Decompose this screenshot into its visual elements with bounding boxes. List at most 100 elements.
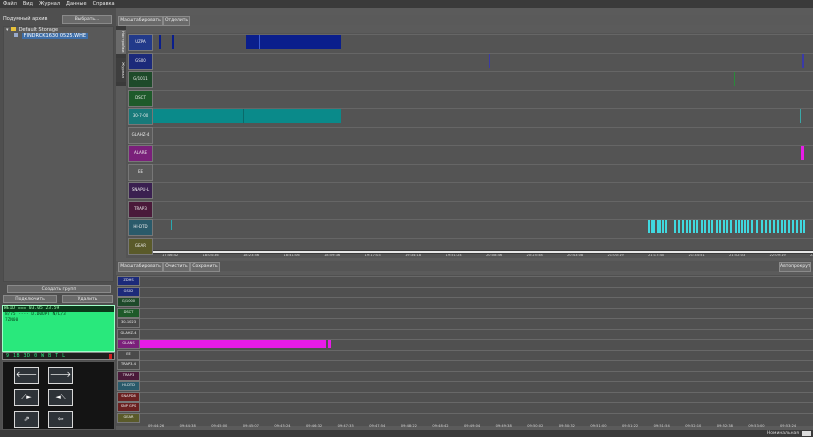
upper-detach-button[interactable]: Отделить [163, 16, 190, 26]
lower-track-label[interactable]: G/1000 [117, 297, 140, 307]
create-group-button[interactable]: Создать групп [7, 285, 111, 293]
lower-track-row[interactable] [140, 381, 813, 390]
upper-track-row[interactable] [153, 89, 813, 106]
archive-tree[interactable]: ▾ Default Storage FINDRCK1630 0525.WHE [3, 26, 114, 282]
event-segment[interactable] [171, 220, 172, 230]
event-segment[interactable] [259, 35, 260, 49]
upper-track-label[interactable]: GLAHZ-4 [128, 126, 153, 144]
lower-track-label[interactable]: EE [117, 349, 140, 360]
event-segment[interactable] [659, 220, 661, 233]
lower-track-row[interactable] [140, 297, 813, 306]
event-segment[interactable] [756, 220, 758, 233]
lower-timeline[interactable]: ZDHS GS02 G/1000 DSCT 30-1023 GLAHZ-4 GLANS EE T… [116, 275, 813, 428]
lower-scale-button[interactable]: Масштабировать [118, 262, 163, 272]
menu-log[interactable]: Журнал [36, 0, 63, 8]
event-segment[interactable] [802, 53, 804, 68]
event-segment[interactable] [792, 220, 794, 233]
event-segment[interactable] [781, 220, 783, 233]
lower-track-row[interactable] [140, 307, 813, 317]
lower-clear-button[interactable]: Очистить [163, 262, 190, 272]
event-segment[interactable] [246, 35, 341, 49]
event-segment[interactable] [153, 109, 341, 123]
back-button[interactable]: 🡐 [14, 367, 39, 384]
event-segment[interactable] [730, 220, 732, 233]
event-segment[interactable] [765, 220, 767, 233]
event-segment[interactable] [796, 220, 798, 233]
lower-track-row[interactable] [140, 391, 813, 401]
lower-track-label[interactable]: HI-DTD [117, 381, 140, 391]
upper-timeline[interactable]: UZPA GS00 G/1011 DSCT 30-7-00 GLAHZ-4 ALARE EE S… [126, 33, 813, 258]
upper-track-label[interactable]: SNAPU-L [128, 182, 153, 199]
lower-track-row[interactable] [140, 328, 813, 338]
step-range-button[interactable]: ⇗ [14, 411, 39, 428]
lower-track-row[interactable] [140, 276, 813, 285]
lower-track-row[interactable] [140, 349, 813, 359]
expand-icon[interactable]: ▾ [6, 27, 9, 33]
event-segment[interactable] [716, 220, 718, 233]
event-segment[interactable] [726, 220, 728, 233]
event-segment[interactable] [773, 220, 775, 233]
upper-track-row[interactable] [153, 219, 813, 235]
event-segment[interactable] [328, 339, 331, 348]
upper-track-label[interactable]: G/1011 [128, 71, 153, 88]
event-segment[interactable] [800, 220, 802, 233]
lower-track-label[interactable]: SNP GPS [117, 402, 140, 412]
lower-track-label[interactable]: DSCT [117, 307, 140, 318]
event-segment[interactable] [243, 109, 244, 123]
event-segment[interactable] [761, 220, 763, 233]
lower-track-row[interactable] [140, 370, 813, 380]
lower-track-label[interactable]: GLANS [117, 339, 140, 349]
event-segment[interactable] [723, 220, 725, 233]
connect-button[interactable]: Подключить [3, 295, 57, 303]
event-segment[interactable] [800, 109, 801, 123]
upper-track-row[interactable] [153, 126, 813, 143]
upper-track-label[interactable]: DSCT [128, 89, 153, 107]
menu-file[interactable]: Файл [0, 0, 20, 8]
lower-track-label[interactable]: ZDHS [117, 276, 140, 286]
lower-track-label[interactable]: TRAP3-4 [117, 360, 140, 370]
event-segment[interactable] [744, 220, 746, 233]
menu-help[interactable]: Справка [90, 0, 118, 8]
upper-track-label[interactable]: TRAP3 [128, 200, 153, 218]
event-segment[interactable] [686, 220, 688, 233]
event-segment[interactable] [172, 35, 174, 49]
event-segment[interactable] [665, 220, 667, 233]
autoscroll-button[interactable]: Автопрокрутка [779, 262, 811, 272]
event-segment[interactable] [489, 53, 490, 68]
upper-track-label[interactable]: 30-7-00 [128, 108, 153, 125]
lower-track-label[interactable]: TRAP3 [117, 370, 140, 381]
lower-track-label[interactable]: GS02 [117, 286, 140, 297]
event-segment[interactable] [711, 220, 713, 233]
event-segment[interactable] [653, 220, 655, 233]
upper-track-label[interactable]: ALARE [128, 145, 153, 162]
lower-track-row[interactable] [140, 286, 813, 296]
event-segment[interactable] [769, 220, 771, 233]
upper-track-label[interactable]: GS00 [128, 52, 153, 70]
event-segment[interactable] [747, 220, 749, 233]
event-segment[interactable] [788, 220, 790, 233]
event-segment[interactable] [648, 220, 650, 233]
lower-track-label[interactable]: GEAR [117, 412, 140, 423]
upper-track-row[interactable] [153, 71, 813, 87]
upper-track-label[interactable]: UZPA [128, 34, 153, 51]
event-segment[interactable] [784, 220, 786, 233]
upper-track-label[interactable]: GEAR [128, 237, 153, 255]
upper-track-row[interactable] [153, 163, 813, 180]
select-archive-button[interactable]: Выбрать... [62, 15, 112, 24]
event-segment[interactable] [735, 220, 737, 233]
play-forward-button[interactable]: ⟋► [14, 389, 39, 406]
forward-button[interactable]: 🡒 [48, 367, 73, 384]
event-segment[interactable] [140, 339, 326, 348]
upper-scrollbar[interactable] [153, 250, 813, 254]
event-segment[interactable] [777, 220, 779, 233]
upper-track-row[interactable] [153, 182, 813, 198]
upper-track-label[interactable]: HI-DTD [128, 219, 153, 236]
event-segment[interactable] [734, 72, 735, 86]
tab-log[interactable]: Журнал [116, 58, 126, 82]
lower-track-row[interactable] [140, 412, 813, 422]
upper-track-row[interactable] [153, 200, 813, 217]
lower-track-label[interactable]: GLAHZ-4 [117, 328, 140, 339]
tab-settings[interactable]: Настройки [116, 30, 126, 54]
play-back-button[interactable]: ◄⟍ [48, 389, 73, 406]
lower-track-row[interactable] [140, 360, 813, 369]
